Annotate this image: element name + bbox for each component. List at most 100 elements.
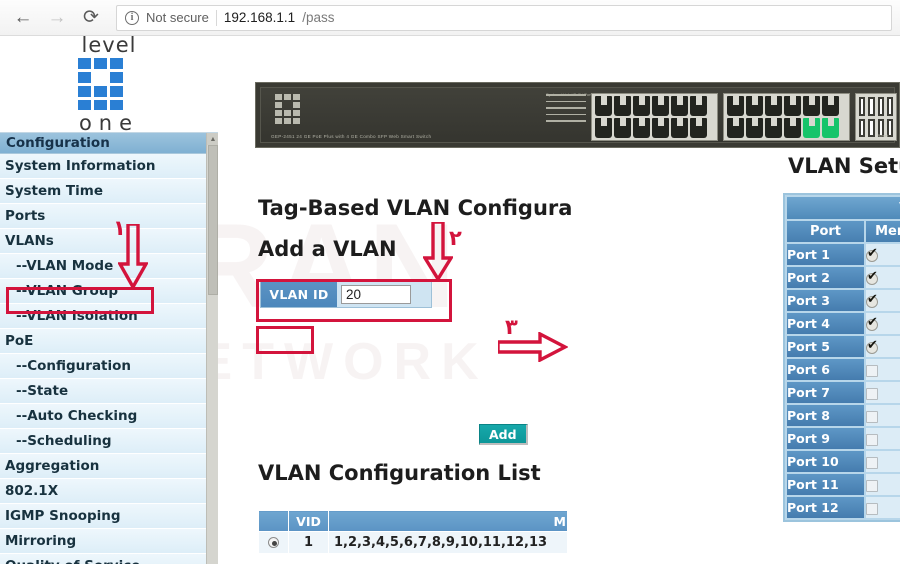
vlan-port-row: Port 4Port 16	[787, 313, 900, 334]
vlan-port-row: Port 6Port 18	[787, 359, 900, 380]
vlan-configuration-table: VID M 1 1,2,3,4,5,6,7,8,9,10,11,12,13	[258, 510, 568, 554]
sidebar-item[interactable]: --VLAN Mode	[0, 254, 206, 279]
member-checkbox[interactable]	[865, 387, 878, 400]
navigation-sidebar: Configuration System Information System T…	[0, 132, 218, 564]
member-checkbox-cell[interactable]	[865, 497, 900, 518]
port-label: Port 2	[787, 267, 864, 288]
vlan-port-row: Port 11Port 23	[787, 474, 900, 495]
sidebar-item[interactable]: Ports	[0, 204, 206, 229]
sidebar-item[interactable]: IGMP Snooping	[0, 504, 206, 529]
table-row[interactable]: 1 1,2,3,4,5,6,7,8,9,10,11,12,13	[258, 531, 568, 554]
scrollbar-thumb[interactable]	[208, 145, 218, 295]
row-radio[interactable]	[268, 537, 279, 548]
levelone-logo: level one	[78, 36, 140, 135]
add-vlan-button[interactable]: Add	[479, 424, 528, 445]
vlan-port-row: Port 12Port 24	[787, 497, 900, 518]
vlan-port-row: Port 10Port 22	[787, 451, 900, 472]
member-checkbox-cell[interactable]	[865, 313, 900, 334]
member-checkbox-cell[interactable]	[865, 290, 900, 311]
logo-text-level: level	[81, 36, 137, 57]
sidebar-item[interactable]: 802.1X	[0, 479, 206, 504]
logo-mark	[78, 58, 140, 110]
member-checkbox-cell[interactable]	[865, 474, 900, 495]
url-host: 192.168.1.1	[223, 10, 296, 25]
address-bar[interactable]: i Not secure 192.168.1.1/pass	[116, 4, 892, 31]
vlan-setup-table: VLAN ID: 20PortMemberPortMemberPort 1Por…	[783, 193, 900, 522]
sidebar-header-configuration[interactable]: Configuration	[0, 133, 206, 154]
sidebar-item[interactable]: --State	[0, 379, 206, 404]
security-status-label: Not secure	[146, 10, 209, 25]
sidebar-item[interactable]: Quality of Service	[0, 554, 206, 564]
sidebar-menu: Configuration System Information System T…	[0, 133, 206, 564]
member-checkbox[interactable]	[865, 247, 878, 262]
port-label: Port 11	[787, 474, 864, 495]
sidebar-item[interactable]: --VLAN Group	[0, 279, 206, 304]
member-checkbox-cell[interactable]	[865, 428, 900, 449]
sidebar-item[interactable]: --VLAN Isolation	[0, 304, 206, 329]
main-content: Tag-Based VLAN Configura Add a VLAN VLAN…	[218, 132, 900, 564]
sidebar-scrollbar[interactable]: ▲	[206, 133, 218, 564]
member-checkbox[interactable]	[865, 502, 878, 515]
sidebar-item[interactable]: --Scheduling	[0, 429, 206, 454]
member-checkbox[interactable]	[865, 410, 878, 423]
port-label: Port 6	[787, 359, 864, 380]
port-label: Port 3	[787, 290, 864, 311]
column-header	[258, 510, 289, 532]
vlan-id-header: VLAN ID: 20	[787, 197, 900, 219]
sidebar-item[interactable]: --Auto Checking	[0, 404, 206, 429]
member-checkbox[interactable]	[865, 479, 878, 492]
member-checkbox[interactable]	[865, 433, 878, 446]
sidebar-item[interactable]: --Configuration	[0, 354, 206, 379]
sidebar-item[interactable]: VLANs	[0, 229, 206, 254]
back-icon[interactable]: ←	[8, 3, 38, 33]
member-checkbox[interactable]	[865, 364, 878, 377]
sidebar-item[interactable]: Aggregation	[0, 454, 206, 479]
member-checkbox[interactable]	[865, 456, 878, 469]
row-select-cell[interactable]	[258, 531, 289, 554]
member-checkbox[interactable]	[865, 270, 878, 285]
member-checkbox-cell[interactable]	[865, 267, 900, 288]
vlan-port-row: Port 5Port 17	[787, 336, 900, 357]
member-checkbox-cell[interactable]	[865, 451, 900, 472]
column-header: Member	[865, 221, 900, 242]
url-path: /pass	[302, 10, 335, 25]
member-checkbox[interactable]	[865, 293, 878, 308]
port-label: Port 1	[787, 244, 864, 265]
port-label: Port 4	[787, 313, 864, 334]
sidebar-item[interactable]: System Time	[0, 179, 206, 204]
scroll-up-icon[interactable]: ▲	[207, 133, 218, 145]
port-label: Port 8	[787, 405, 864, 426]
tag-based-vlan-heading: Tag-Based VLAN Configura	[258, 196, 573, 220]
vlan-setup-heading: VLAN Setup	[788, 154, 900, 178]
page-body: IRAN NETWORK level one GEP-2451 24 GE Po…	[0, 36, 900, 564]
member-checkbox-cell[interactable]	[865, 382, 900, 403]
add-a-vlan-heading: Add a VLAN	[258, 237, 397, 261]
member-checkbox-cell[interactable]	[865, 405, 900, 426]
member-checkbox-cell[interactable]	[865, 336, 900, 357]
vlan-id-input[interactable]	[341, 285, 411, 304]
sidebar-item[interactable]: PoE	[0, 329, 206, 354]
member-checkbox[interactable]	[865, 316, 878, 331]
browser-toolbar: ← → ⟳ i Not secure 192.168.1.1/pass	[0, 0, 900, 36]
device-logo-icon	[275, 94, 309, 128]
port-label: Port 10	[787, 451, 864, 472]
info-circle-icon[interactable]: i	[125, 10, 139, 25]
member-checkbox-cell[interactable]	[865, 359, 900, 380]
sidebar-item[interactable]: Mirroring	[0, 529, 206, 554]
sidebar-item[interactable]: System Information	[0, 154, 206, 179]
reload-icon[interactable]: ⟳	[76, 3, 106, 33]
vid-cell: 1	[288, 531, 329, 554]
port-label: Port 7	[787, 382, 864, 403]
column-header: M	[328, 510, 568, 532]
member-checkbox-cell[interactable]	[865, 244, 900, 265]
forward-icon: →	[47, 7, 67, 28]
vlan-id-header-row: VLAN ID: 20	[787, 197, 900, 219]
member-checkbox[interactable]	[865, 339, 878, 354]
column-header-row: PortMemberPortMember	[787, 221, 900, 242]
vlan-id-field-row: VLAN ID	[260, 281, 432, 308]
column-header: VID	[288, 510, 329, 532]
vlan-port-row: Port 2Port 14	[787, 267, 900, 288]
member-ports-cell: 1,2,3,4,5,6,7,8,9,10,11,12,13	[328, 531, 568, 554]
vlan-port-row: Port 3Port 15	[787, 290, 900, 311]
brand-logo-area: level one	[0, 36, 218, 135]
